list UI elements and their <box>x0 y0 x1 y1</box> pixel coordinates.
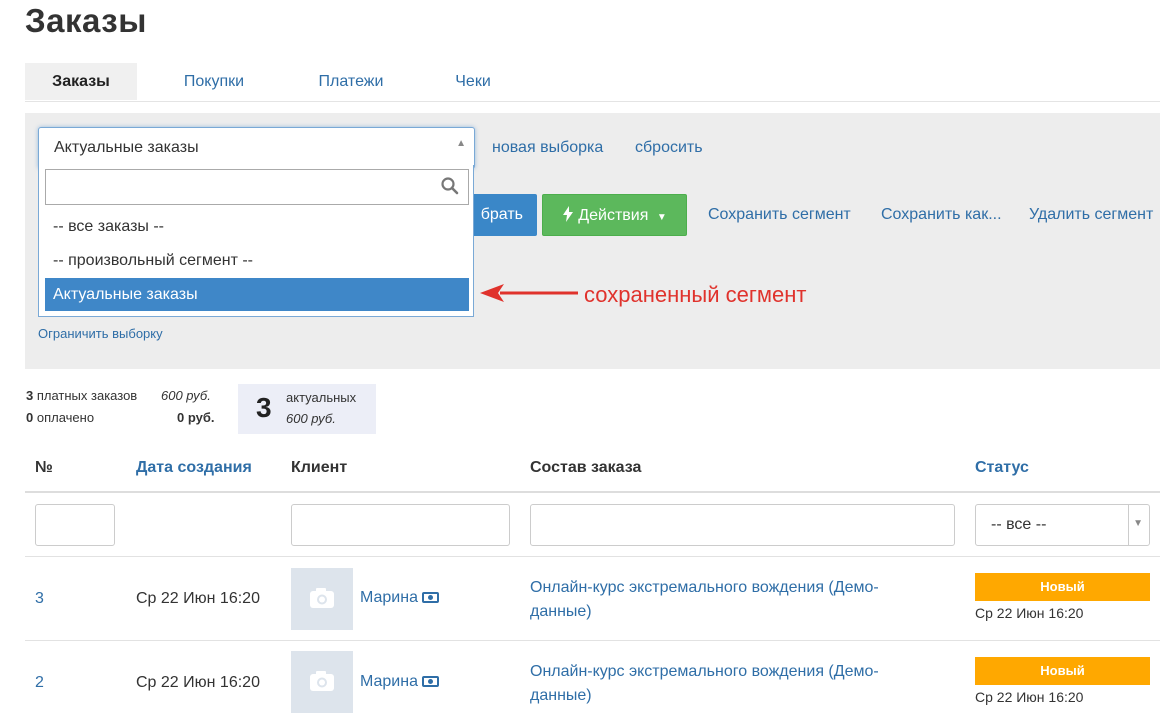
paid-sum: 600 руб. <box>161 388 211 403</box>
status-date: Ср 22 Июн 16:20 <box>975 605 1084 621</box>
payed-sum: 0 руб. <box>177 410 215 425</box>
tab-payments[interactable]: Платежи <box>301 63 401 100</box>
actions-button[interactable]: Действия ▼ <box>542 194 687 236</box>
number-filter-input[interactable] <box>35 504 115 546</box>
header-client: Клиент <box>291 459 348 476</box>
order-date: Ср 22 Июн 16:20 <box>136 590 260 607</box>
paid-label: платных заказов <box>36 388 138 403</box>
actual-stat-box[interactable]: 3 актуальных 600 руб. <box>238 384 376 434</box>
save-segment-link[interactable]: Сохранить сегмент <box>708 206 851 224</box>
money-icon <box>421 676 439 688</box>
client-avatar <box>291 651 353 713</box>
header-divider <box>25 491 1160 493</box>
payed-label: оплачено <box>36 410 95 425</box>
camera-icon <box>310 671 334 691</box>
new-selection-link[interactable]: новая выборка <box>492 139 603 157</box>
limit-selection-link[interactable]: Ограничить выборку <box>38 326 163 341</box>
tab-orders[interactable]: Заказы <box>25 63 137 100</box>
content-filter-input[interactable] <box>530 504 955 546</box>
header-status[interactable]: Статус <box>975 459 1029 477</box>
order-content-link[interactable]: Онлайн-курс экстремального вождения (Дем… <box>530 576 930 624</box>
tab-purchases[interactable]: Покупки <box>165 63 263 100</box>
status-date: Ср 22 Июн 16:20 <box>975 689 1084 705</box>
status-filter-select[interactable]: -- все -- ▼ <box>975 504 1150 546</box>
dropdown-option-all[interactable]: -- все заказы -- <box>45 210 469 243</box>
annotation-label: сохраненный сегмент <box>584 282 807 307</box>
paid-count: 3 <box>26 388 34 403</box>
segment-select-value: Актуальные заказы <box>54 139 199 156</box>
actual-sum: 600 руб. <box>286 411 336 426</box>
save-as-link[interactable]: Сохранить как... <box>881 206 1002 224</box>
caret-down-icon: ▼ <box>656 212 667 223</box>
actual-label: актуальных <box>286 390 357 405</box>
chevron-up-icon: ▲ <box>456 138 466 149</box>
bolt-icon <box>563 206 574 222</box>
order-date: Ср 22 Июн 16:20 <box>136 674 260 691</box>
reset-link[interactable]: сбросить <box>635 139 703 157</box>
client-filter-input[interactable] <box>291 504 510 546</box>
header-created[interactable]: Дата создания <box>136 459 252 477</box>
dropdown-search-input[interactable] <box>45 169 469 205</box>
order-number[interactable]: 2 <box>35 674 44 692</box>
header-number: № <box>35 459 53 476</box>
actual-count: 3 <box>256 392 272 423</box>
actions-button-label: Действия <box>578 207 649 224</box>
delete-segment-link[interactable]: Удалить сегмент <box>1029 206 1153 224</box>
dropdown-option-custom[interactable]: -- произвольный сегмент -- <box>45 244 469 277</box>
tab-receipts[interactable]: Чеки <box>437 63 509 100</box>
camera-icon <box>310 588 334 608</box>
select-divider <box>1128 505 1129 545</box>
payed-count: 0 <box>26 410 34 425</box>
client-name: Марина <box>360 589 418 606</box>
status-badge: Новый <box>975 573 1150 601</box>
client-avatar <box>291 568 353 630</box>
chevron-down-icon: ▼ <box>1133 518 1143 529</box>
money-icon <box>421 592 439 604</box>
status-badge: Новый <box>975 657 1150 685</box>
order-number[interactable]: 3 <box>35 590 44 608</box>
row-divider <box>25 556 1160 557</box>
search-icon <box>441 177 459 195</box>
segment-select[interactable]: Актуальные заказы ▲ <box>38 127 475 169</box>
client-link[interactable]: Марина <box>360 589 439 607</box>
dropdown-option-actual[interactable]: Актуальные заказы <box>45 278 469 311</box>
segment-dropdown: -- все заказы -- -- произвольный сегмент… <box>38 165 474 317</box>
row-divider <box>25 640 1160 641</box>
tabs: Заказы Покупки Платежи Чеки <box>25 63 1160 102</box>
client-link[interactable]: Марина <box>360 673 439 691</box>
page-title: Заказы <box>25 2 147 39</box>
client-name: Марина <box>360 673 418 690</box>
order-content-link[interactable]: Онлайн-курс экстремального вождения (Дем… <box>530 660 930 708</box>
status-filter-value: -- все -- <box>991 516 1047 533</box>
arrow-left-icon <box>480 284 578 302</box>
header-content: Состав заказа <box>530 459 642 476</box>
